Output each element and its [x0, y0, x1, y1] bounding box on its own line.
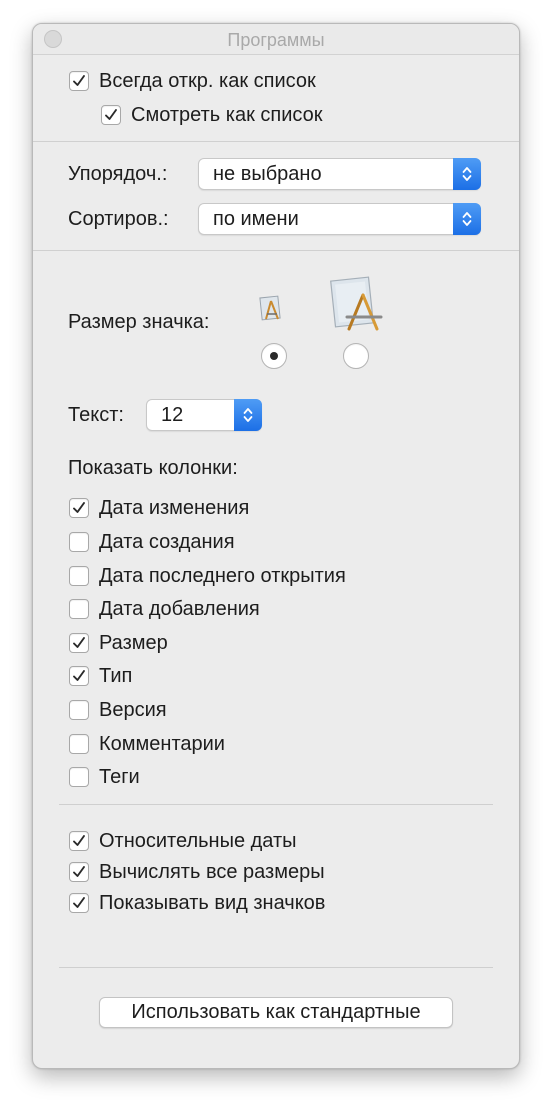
- sort-label: Сортиров.:: [68, 208, 169, 230]
- checkbox-label: Теги: [99, 765, 140, 788]
- column-checkbox-last-opened[interactable]: Дата последнего открытия: [69, 564, 346, 588]
- checkbox-box[interactable]: [69, 831, 89, 851]
- checkbox-label: Всегда откр. как список: [99, 69, 316, 92]
- checkmark-icon: [73, 670, 85, 681]
- text-size-popup[interactable]: 12: [146, 399, 262, 431]
- column-checkbox-created[interactable]: Дата создания: [69, 530, 235, 554]
- arrange-label: Упорядоч.:: [68, 163, 168, 185]
- arrange-popup[interactable]: не выбрано: [198, 158, 481, 190]
- column-checkbox-kind[interactable]: Тип: [69, 664, 132, 688]
- large-applications-icon: [330, 276, 383, 331]
- checkbox-label: Смотреть как список: [131, 103, 323, 126]
- updown-arrows-icon: [453, 158, 481, 190]
- checkbox-label: Дата добавления: [99, 597, 260, 620]
- checkbox-box[interactable]: [69, 566, 89, 586]
- show-icon-preview-checkbox[interactable]: Показывать вид значков: [69, 891, 325, 915]
- checkbox-label: Дата последнего открытия: [99, 564, 346, 587]
- checkmark-icon: [73, 866, 85, 877]
- text-size-label: Текст:: [68, 404, 124, 426]
- always-open-list-checkbox[interactable]: Всегда откр. как список: [69, 69, 316, 93]
- checkbox-box[interactable]: [69, 532, 89, 552]
- checkbox-label: Относительные даты: [99, 829, 297, 852]
- browse-list-checkbox[interactable]: Смотреть как список: [101, 103, 322, 127]
- checkbox-box[interactable]: [69, 599, 89, 619]
- section-divider: [59, 967, 493, 968]
- checkbox-box[interactable]: [69, 862, 89, 882]
- column-checkbox-size[interactable]: Размер: [69, 631, 168, 655]
- text-size-value: 12: [161, 404, 184, 426]
- updown-arrows-icon: [234, 399, 262, 431]
- checkmark-icon: [73, 637, 85, 648]
- checkbox-box[interactable]: [69, 767, 89, 787]
- window-title: Программы: [227, 30, 325, 50]
- checkbox-label: Тип: [99, 664, 133, 687]
- sort-value: по имени: [213, 208, 299, 230]
- updown-arrows-icon: [453, 203, 481, 235]
- checkmark-icon: [73, 835, 85, 846]
- show-columns-heading: Показать колонки:: [68, 457, 238, 479]
- checkbox-box[interactable]: [69, 893, 89, 913]
- use-as-defaults-button[interactable]: Использовать как стандартные: [99, 997, 453, 1028]
- sort-popup[interactable]: по имени: [198, 203, 481, 235]
- checkbox-label: Комментарии: [99, 732, 225, 755]
- checkbox-box[interactable]: [69, 666, 89, 686]
- small-icon-radio[interactable]: [261, 343, 287, 369]
- checkbox-label: Дата создания: [99, 530, 235, 553]
- relative-dates-checkbox[interactable]: Относительные даты: [69, 829, 297, 853]
- arrange-value: не выбрано: [213, 163, 322, 185]
- small-applications-icon: [259, 295, 281, 321]
- checkmark-icon: [73, 897, 85, 908]
- section-divider: [33, 250, 519, 251]
- checkbox-label: Дата изменения: [99, 496, 250, 519]
- view-options-window: Программы Всегда откр. как список Смотре…: [32, 23, 520, 1069]
- checkbox-label: Показывать вид значков: [99, 891, 326, 914]
- checkmark-icon: [73, 502, 85, 513]
- large-icon-radio[interactable]: [343, 343, 369, 369]
- column-checkbox-modified[interactable]: Дата изменения: [69, 496, 249, 520]
- checkbox-box[interactable]: [69, 700, 89, 720]
- checkbox-box[interactable]: [69, 71, 89, 91]
- column-checkbox-comments[interactable]: Комментарии: [69, 732, 225, 756]
- column-checkbox-tags[interactable]: Теги: [69, 765, 140, 789]
- title-bar: Программы: [33, 24, 519, 55]
- radio-selected-dot: [270, 352, 278, 360]
- section-divider: [33, 141, 519, 142]
- checkbox-box[interactable]: [69, 633, 89, 653]
- icon-size-label: Размер значка:: [68, 311, 210, 333]
- checkmark-icon: [105, 109, 117, 120]
- checkbox-box[interactable]: [69, 734, 89, 754]
- calculate-sizes-checkbox[interactable]: Вычислять все размеры: [69, 860, 325, 884]
- column-checkbox-added[interactable]: Дата добавления: [69, 597, 260, 621]
- checkbox-box[interactable]: [69, 498, 89, 518]
- checkbox-label: Вычислять все размеры: [99, 860, 325, 883]
- checkbox-label: Версия: [99, 698, 167, 721]
- section-divider: [59, 804, 493, 805]
- column-checkbox-version[interactable]: Версия: [69, 698, 167, 722]
- checkbox-label: Размер: [99, 631, 168, 654]
- checkmark-icon: [73, 75, 85, 86]
- checkbox-box[interactable]: [101, 105, 121, 125]
